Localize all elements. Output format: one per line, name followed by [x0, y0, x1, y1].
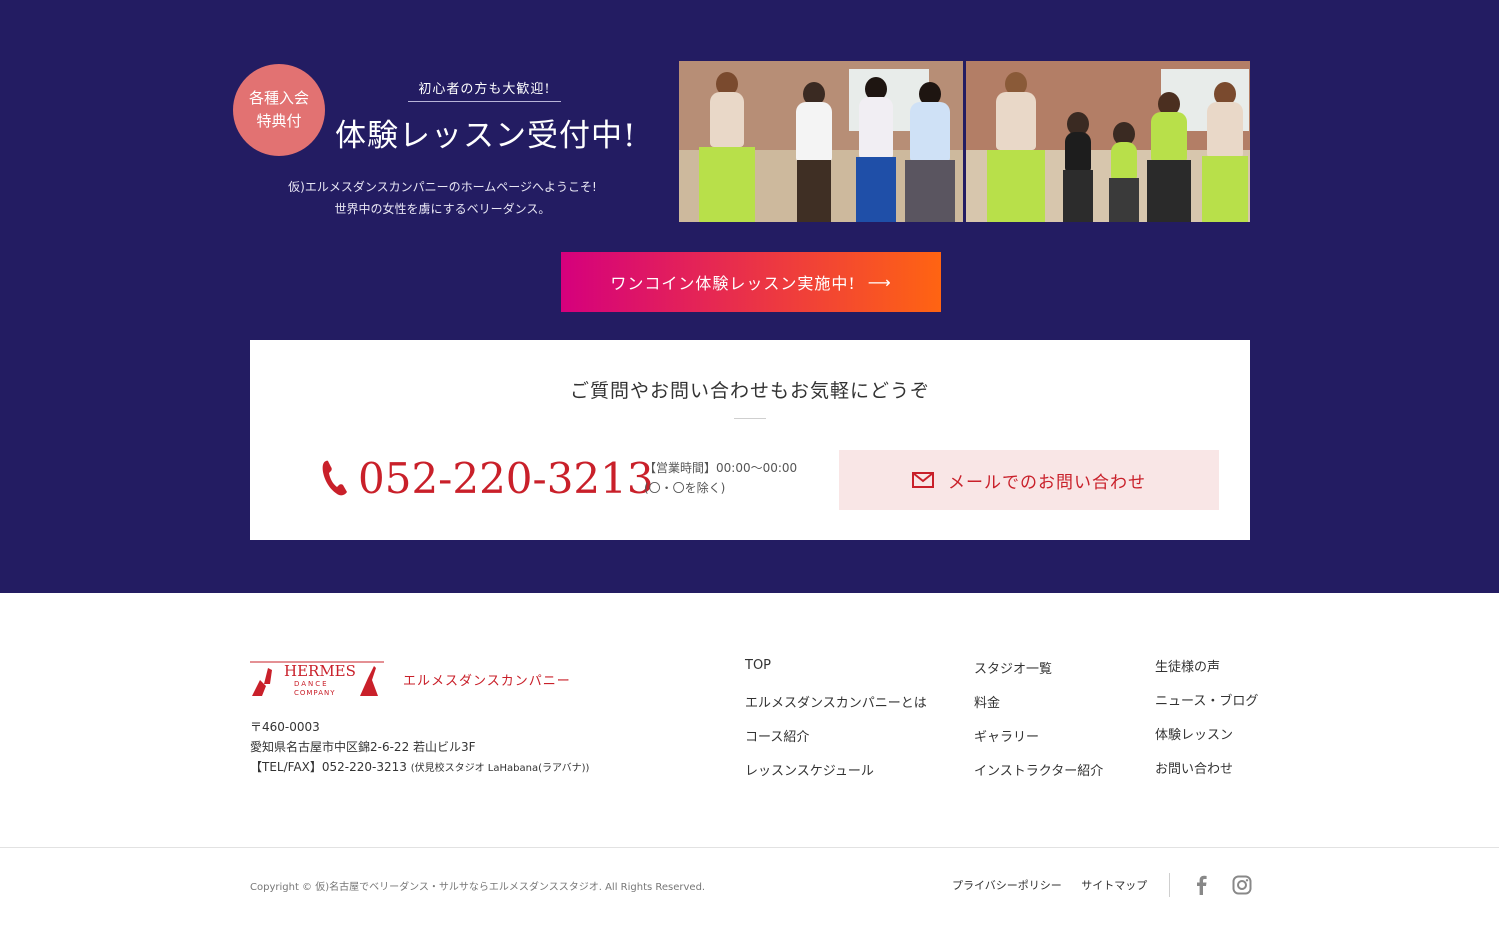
footer-nav-col-2: スタジオ一覧 料金 ギャラリー インストラクター紹介: [974, 658, 1103, 794]
footer-address: 〒460-0003 愛知県名古屋市中区錦2-6-22 若山ビル3F 【TEL/F…: [250, 717, 589, 779]
footer-nav-col-3: 生徒様の声 ニュース・ブログ 体験レッスン お問い合わせ: [1155, 656, 1258, 792]
logo-sub-1: DANCE: [294, 680, 329, 688]
hours-line-1: 【営業時間】00:00〜00:00: [644, 461, 798, 475]
hero-intro: 仮)エルメスダンスカンパニーのホームページへようこそ! 世界中の女性を虜にするベ…: [230, 176, 655, 220]
logo-text: HERMES: [284, 662, 356, 680]
phone-link[interactable]: 052-220-3213: [320, 448, 654, 508]
perk-badge: 各種入会 特典付: [233, 64, 325, 156]
footer-link-instructors[interactable]: インストラクター紹介: [974, 760, 1103, 794]
brand-name: エルメスダンスカンパニー: [403, 674, 571, 689]
arrow-right-icon: ⟶: [867, 272, 892, 292]
footer-link-studios[interactable]: スタジオ一覧: [974, 658, 1103, 692]
tel-fax-number: 【TEL/FAX】052-220-3213: [250, 760, 407, 774]
legal-links: プライバシーポリシー サイトマップ: [952, 877, 1163, 893]
footer-link-top[interactable]: TOP: [745, 658, 927, 692]
intro-line-1: 仮)エルメスダンスカンパニーのホームページへようこそ!: [288, 180, 597, 194]
mail-inquiry-button[interactable]: メールでのお問い合わせ: [839, 450, 1219, 510]
facebook-icon[interactable]: [1192, 874, 1212, 896]
instagram-icon[interactable]: [1232, 874, 1252, 896]
contact-box: ご質問やお問い合わせもお気軽にどうぞ 052-220-3213 【営業時間】00…: [250, 340, 1250, 540]
sitemap-link[interactable]: サイトマップ: [1081, 879, 1147, 892]
lesson-photo-class: [966, 61, 1250, 222]
footer-link-testimonials[interactable]: 生徒様の声: [1155, 656, 1258, 690]
badge-line-1: 各種入会: [248, 89, 309, 107]
intro-line-2: 世界中の女性を虜にするベリーダンス。: [334, 202, 551, 216]
hero-headline: 体験レッスン受付中!: [335, 118, 637, 154]
phone-number: 052-220-3213: [358, 453, 654, 503]
footer-link-news-blog[interactable]: ニュース・ブログ: [1155, 690, 1258, 724]
welcome-tagline: 初心者の方も大歓迎!: [408, 78, 561, 102]
copyright: Copyright © 仮)名古屋でベリーダンス・サルサならエルメスダンススタジ…: [250, 882, 706, 893]
footer-link-pricing[interactable]: 料金: [974, 692, 1103, 726]
business-hours: 【営業時間】00:00〜00:00 (〇・〇を除く): [644, 458, 797, 498]
lesson-photos: [679, 61, 1250, 222]
badge-line-2: 特典付: [256, 112, 302, 130]
footer-link-contact[interactable]: お問い合わせ: [1155, 758, 1258, 792]
tel-note: (伏見校スタジオ LaHabana(ラアバナ)): [410, 763, 590, 774]
social-separator: [1169, 873, 1170, 897]
mail-button-label: メールでのお問い合わせ: [948, 472, 1146, 493]
postal-code: 〒460-0003: [250, 720, 320, 734]
envelope-icon: [912, 472, 934, 488]
logo-sub-2: COMPANY: [294, 689, 336, 697]
footer-link-about[interactable]: エルメスダンスカンパニーとは: [745, 692, 927, 726]
lesson-photo-group: [679, 61, 963, 222]
phone-icon: [322, 460, 347, 496]
footer-divider: [0, 847, 1499, 848]
footer-link-courses[interactable]: コース紹介: [745, 726, 927, 760]
title-divider: [734, 418, 766, 419]
tel-fax: 【TEL/FAX】052-220-3213 (伏見校スタジオ LaHabana(…: [250, 757, 589, 779]
street-address: 愛知県名古屋市中区錦2-6-22 若山ビル3F: [250, 740, 476, 754]
contact-title: ご質問やお問い合わせもお気軽にどうぞ: [569, 380, 930, 402]
one-coin-trial-button[interactable]: ワンコイン体験レッスン実施中! ⟶: [561, 252, 941, 312]
footer-link-schedule[interactable]: レッスンスケジュール: [745, 760, 927, 794]
footer-link-trial-lesson[interactable]: 体験レッスン: [1155, 724, 1258, 758]
cta-label: ワンコイン体験レッスン実施中!: [610, 274, 856, 293]
footer-nav-col-1: TOP エルメスダンスカンパニーとは コース紹介 レッスンスケジュール: [745, 658, 927, 794]
privacy-policy-link[interactable]: プライバシーポリシー: [952, 879, 1062, 892]
trial-lesson-section: 各種入会 特典付 初心者の方も大歓迎! 体験レッスン受付中! 仮)エルメスダンス…: [0, 0, 1499, 593]
footer-link-gallery[interactable]: ギャラリー: [974, 726, 1103, 760]
hours-line-2: (〇・〇を除く): [644, 481, 726, 495]
hermes-logo[interactable]: HERMES DANCE COMPANY: [250, 658, 384, 698]
